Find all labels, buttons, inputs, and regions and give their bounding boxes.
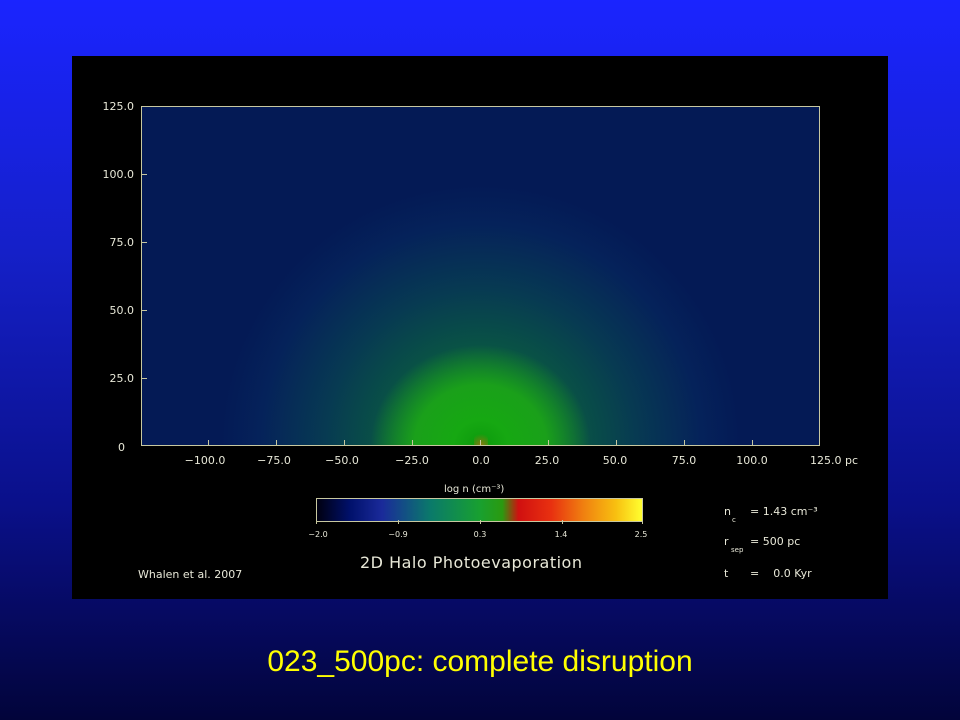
x-tick-label: −75.0 <box>257 454 291 467</box>
x-tick <box>276 440 277 446</box>
credit-text: Whalen et al. 2007 <box>138 568 243 581</box>
y-tick <box>141 174 147 175</box>
y-tick-label: 50.0 <box>109 304 135 317</box>
colorbar-tick <box>480 520 481 524</box>
x-tick-label: 125.0 pc <box>809 454 859 467</box>
x-tick-label: −50.0 <box>325 454 359 467</box>
colorbar-tick-label: 1.4 <box>554 530 568 539</box>
colorbar <box>316 498 643 522</box>
x-tick <box>208 440 209 446</box>
x-tick <box>344 440 345 446</box>
colorbar-title: log n (cm⁻³) <box>444 484 505 495</box>
param-t-label: t <box>724 567 729 580</box>
x-tick-label: 75.0 <box>671 454 697 467</box>
param-nc-label: n <box>724 505 731 518</box>
colorbar-tick <box>642 520 643 524</box>
y-tick <box>141 106 147 107</box>
colorbar-tick <box>398 520 399 524</box>
colorbar-tick-label: 0.3 <box>473 530 487 539</box>
density-map <box>141 106 820 446</box>
x-tick <box>412 440 413 446</box>
x-tick <box>752 440 753 446</box>
param-rsep-sub: sep <box>731 546 744 554</box>
y-tick-label: 100.0 <box>102 168 135 181</box>
colorbar-tick-label: 2.5 <box>634 530 648 539</box>
colorbar-tick <box>316 520 317 524</box>
plot-title: 2D Halo Photoevaporation <box>360 553 583 572</box>
x-tick-label: 0.0 <box>472 454 490 467</box>
param-t-value: = 0.0 Kyr <box>750 567 812 580</box>
halo-core <box>474 433 488 445</box>
x-tick-label: 25.0 <box>534 454 560 467</box>
x-tick <box>616 440 617 446</box>
x-tick <box>548 440 549 446</box>
colorbar-tick-label: −2.0 <box>308 530 328 539</box>
x-tick <box>480 440 481 446</box>
x-tick-label: −25.0 <box>395 454 429 467</box>
y-tick-label: 25.0 <box>109 372 135 385</box>
y-tick-label: 75.0 <box>109 236 135 249</box>
colorbar-tick-label: −0.9 <box>388 530 408 539</box>
y-tick-label: 0 <box>118 441 125 454</box>
y-tick <box>141 310 147 311</box>
param-rsep-label: r <box>724 535 729 548</box>
y-tick <box>141 378 147 379</box>
param-nc-sub: c <box>732 516 736 524</box>
x-tick-label: 100.0 <box>736 454 768 467</box>
slide-caption: 023_500pc: complete disruption <box>267 645 693 678</box>
param-nc-value: = 1.43 cm⁻³ <box>750 505 818 518</box>
colorbar-tick <box>562 520 563 524</box>
y-tick <box>141 242 147 243</box>
x-tick-label: −100.0 <box>184 454 226 467</box>
y-tick-label: 125.0 <box>102 100 135 113</box>
x-tick-label: 50.0 <box>602 454 628 467</box>
param-rsep-value: = 500 pc <box>750 535 801 548</box>
x-tick <box>684 440 685 446</box>
